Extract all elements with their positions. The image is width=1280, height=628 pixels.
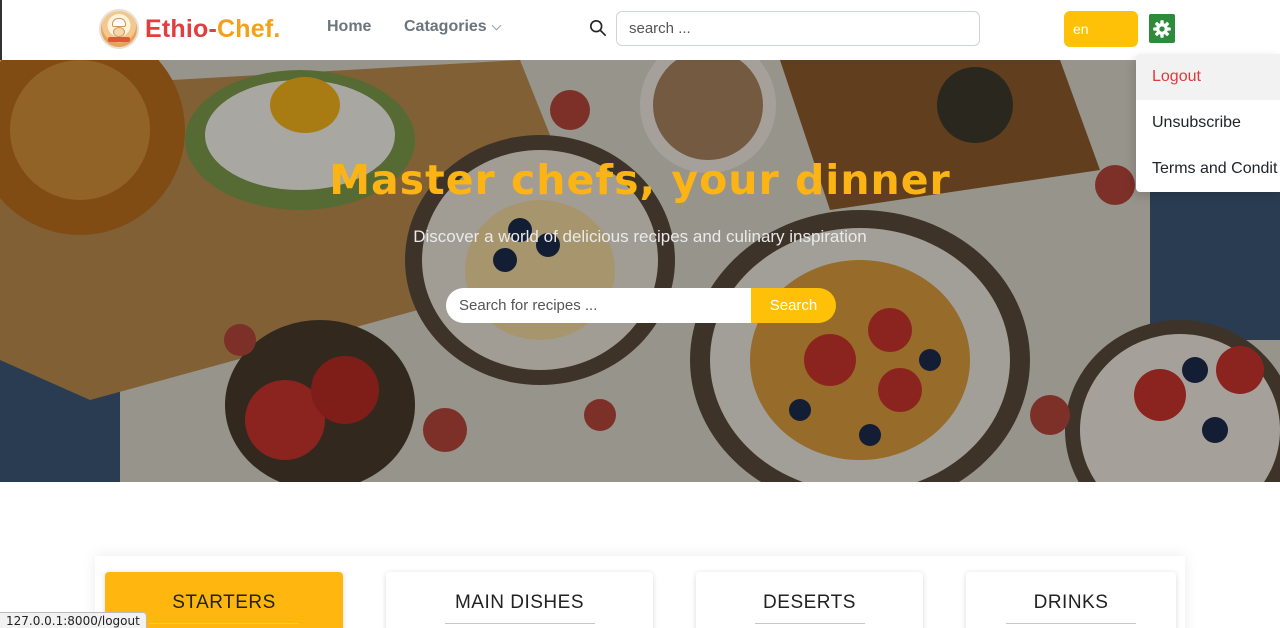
category-divider [444,623,595,624]
hero-title: Master chefs, your dinner [329,156,951,204]
category-divider [1006,623,1136,624]
navbar: Ethio-Chef. Home Catagories en [0,0,1280,60]
nav-home-link[interactable]: Home [327,18,371,36]
menu-item-logout[interactable]: Logout [1136,54,1280,100]
language-select[interactable]: en [1064,11,1138,47]
category-divider [754,623,865,624]
category-card-drinks[interactable]: DRINKS [966,572,1176,628]
brand-name-part2: Chef. [217,14,281,43]
hero-search-form: Search [446,288,836,323]
category-label: DESERTS [763,592,856,613]
chevron-down-icon [491,20,502,30]
hero-section: Master chefs, your dinner Discover a wor… [0,60,1280,482]
category-label: MAIN DISHES [454,592,585,613]
gear-icon [1153,19,1171,38]
nav-categories-label: Catagories [404,18,487,35]
menu-item-terms[interactable]: Terms and Condit [1136,146,1280,192]
settings-button[interactable] [1149,14,1175,43]
hero-overlay [0,60,1280,482]
category-label: DRINKS [1033,592,1109,613]
category-card-main-dishes[interactable]: MAIN DISHES [386,572,653,628]
browser-status-url: 127.0.0.1:8000/logout [0,612,147,628]
settings-dropdown-menu: Logout Unsubscribe Terms and Condit [1136,54,1280,192]
search-icon[interactable] [589,19,607,37]
category-label: STARTERS [172,592,276,613]
search-input[interactable] [616,11,980,46]
categories-section: STARTERS MAIN DISHES DESERTS DRINKS [95,556,1185,628]
recipe-search-input[interactable] [446,288,751,323]
recipe-search-button[interactable]: Search [751,288,836,323]
brand-logo-link[interactable]: Ethio-Chef. [99,8,281,50]
menu-item-unsubscribe[interactable]: Unsubscribe [1136,100,1280,146]
category-card-deserts[interactable]: DESERTS [696,572,923,628]
brand-name: Ethio-Chef. [145,15,281,44]
nav-categories-dropdown[interactable]: Catagories [404,18,502,36]
hero-subtitle: Discover a world of delicious recipes an… [413,227,867,246]
brand-name-part1: Ethio- [145,14,218,43]
chef-logo-icon [99,9,139,49]
category-divider [149,623,299,624]
